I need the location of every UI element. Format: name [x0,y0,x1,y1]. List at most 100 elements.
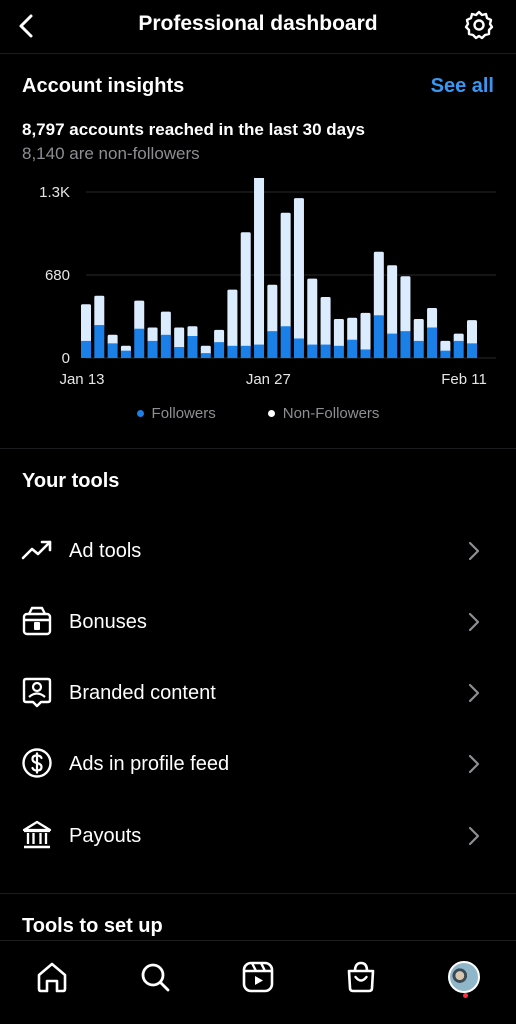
bar-followers [214,342,225,358]
tools-title: Your tools [22,470,120,492]
chevron-right-icon [462,608,486,636]
bar-followers [307,344,318,358]
bar-followers [360,349,371,358]
bar-followers [440,350,451,358]
non-followers-text: 8,140 are non-followers [22,144,200,163]
bar-followers [134,328,145,358]
nav-search[interactable] [133,955,177,999]
chart-legend: Followers Non-Followers [0,405,516,422]
bar-non-followers [174,327,185,350]
branded-content-icon [20,675,54,709]
bar-followers [227,345,238,358]
bar-non-followers [254,178,265,347]
y-tick-label: 680 [45,267,70,284]
shopping-bag-icon [347,961,375,993]
bar-non-followers [360,312,371,352]
tool-label: Bonuses [69,611,147,633]
bar-followers [200,353,211,358]
tool-ads-in-profile-feed[interactable]: Ads in profile feed [0,734,516,794]
notification-dot [463,993,468,998]
bar-non-followers [333,318,344,348]
bar-followers [467,343,477,358]
bar-followers [240,345,251,358]
bar-followers [81,340,91,358]
bar-followers [280,326,291,358]
bar-followers [333,345,344,358]
bar-followers [453,340,464,358]
home-icon [37,962,67,993]
gear-icon [464,10,494,40]
tool-bonuses[interactable]: Bonuses [0,592,516,652]
nav-shop[interactable] [339,955,383,999]
bar-non-followers [160,311,171,337]
bar-followers [427,327,438,358]
tool-label: Branded content [69,682,216,704]
bar-followers [400,331,411,358]
settings-button[interactable] [460,6,498,44]
x-tick-label: Jan 27 [246,371,291,388]
bar-non-followers [280,212,291,329]
tools-to-set-up-title: Tools to set up [22,915,163,937]
bar-non-followers [227,289,238,348]
bar-non-followers [267,284,278,334]
bottom-navigation [0,940,516,1024]
tool-ad-tools[interactable]: Ad tools [0,521,516,581]
accounts-reached-text: 8,797 accounts reached in the last 30 da… [22,120,365,139]
bar-followers [373,315,384,358]
header-divider [0,53,516,54]
bar-followers [267,331,278,358]
legend-non-followers-label: Non-Followers [282,405,380,422]
bar-followers [413,340,424,358]
bar-non-followers [387,265,398,336]
nav-home[interactable] [30,955,74,999]
legend-followers-label: Followers [151,405,216,422]
bar-non-followers [134,300,145,331]
tool-label: Payouts [69,825,142,847]
insights-title: Account insights [22,75,185,97]
gift-box-icon [20,604,54,638]
bar-non-followers [400,276,411,334]
avatar [448,961,480,993]
bar-non-followers [293,198,304,341]
bar-non-followers [94,295,105,328]
tool-label: Ads in profile feed [69,753,230,775]
y-tick-label: 1.3K [39,184,70,201]
bar-followers [293,338,304,358]
bar-non-followers [320,296,331,347]
tool-payouts[interactable]: Payouts [0,806,516,866]
non-followers-dot-icon [267,410,275,417]
bar-non-followers [373,251,384,318]
bar-non-followers [427,307,438,330]
search-icon [141,963,170,992]
bar-followers [187,336,198,358]
bar-non-followers [413,318,424,343]
bar-followers [107,343,118,358]
chevron-right-icon [462,822,486,850]
see-all-link[interactable]: See all [431,75,494,98]
x-tick-label: Jan 13 [59,371,104,388]
nav-reels[interactable] [236,955,280,999]
bank-icon [20,818,54,852]
bar-followers [94,325,105,358]
trending-up-icon [20,533,54,567]
tool-branded-content[interactable]: Branded content [0,663,516,723]
followers-dot-icon [136,410,144,417]
bar-followers [320,344,331,358]
bar-followers [147,340,158,358]
legend-followers: Followers [136,405,216,422]
bar-non-followers [307,278,318,347]
bar-non-followers [347,317,358,342]
bar-followers [160,334,171,358]
bar-followers [120,350,131,358]
chevron-right-icon [462,679,486,707]
bar-followers [347,339,358,358]
bar-non-followers [240,232,251,348]
y-tick-label: 0 [62,350,70,367]
reach-bar-chart: 0 680 1.3K Jan 13 Jan 27 Feb 11 [39,178,496,388]
bar-non-followers [147,327,158,343]
reels-icon [242,961,274,993]
chevron-right-icon [462,537,486,565]
bar-non-followers [81,304,91,343]
tool-label: Ad tools [69,540,142,562]
section-divider [0,448,516,449]
